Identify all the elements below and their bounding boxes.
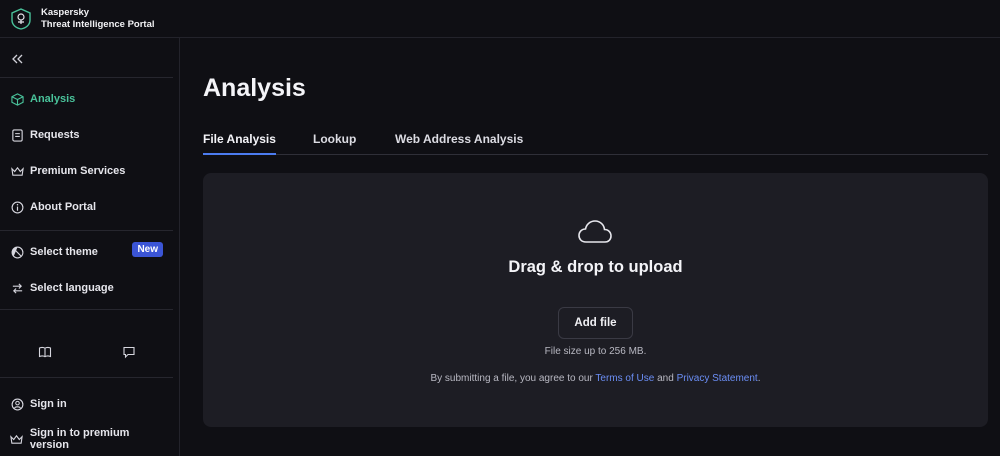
sidebar-divider <box>0 230 173 231</box>
sidebar-item-about-portal[interactable]: About Portal <box>10 197 170 217</box>
brand-name: Kaspersky Threat Intelligence Portal <box>41 7 155 31</box>
sidebar-item-requests[interactable]: Requests <box>10 125 170 145</box>
sidebar-item-label: Sign in <box>30 398 67 410</box>
sidebar-item-label: Select theme <box>30 246 98 258</box>
terms-and: and <box>657 373 674 384</box>
sidebar-item-label: About Portal <box>30 201 96 213</box>
brand-line-1: Kaspersky <box>41 6 90 18</box>
sidebar-item-label: Requests <box>30 129 80 141</box>
book-icon[interactable] <box>38 345 52 359</box>
sidebar-item-select-language[interactable]: Select language <box>10 278 170 298</box>
new-badge: New <box>132 242 163 257</box>
tab-web-address-analysis[interactable]: Web Address Analysis <box>395 132 523 155</box>
tab-lookup[interactable]: Lookup <box>313 132 356 155</box>
cube-icon <box>10 92 24 106</box>
document-icon <box>10 128 24 142</box>
sidebar: Analysis Requests Premium Services About… <box>0 38 180 456</box>
tab-file-analysis[interactable]: File Analysis <box>203 132 276 155</box>
upload-dropzone[interactable]: Drag & drop to upload Add file File size… <box>203 173 988 427</box>
sidebar-item-select-theme[interactable]: Select theme New <box>10 242 170 262</box>
terms-suffix: . <box>757 373 761 384</box>
info-icon <box>10 200 24 214</box>
sidebar-item-sign-in[interactable]: Sign in <box>10 394 170 414</box>
cloud-upload-icon <box>576 217 614 247</box>
sidebar-divider <box>0 309 173 310</box>
sidebar-item-sign-in-premium[interactable]: Sign in to premium version <box>10 427 170 451</box>
kaspersky-logo-icon[interactable] <box>10 7 32 30</box>
sidebar-item-premium-services[interactable]: Premium Services <box>10 161 170 181</box>
brand-line-2: Threat Intelligence Portal <box>41 18 155 30</box>
top-bar: Kaspersky Threat Intelligence Portal <box>0 0 1000 38</box>
sidebar-item-label: Select language <box>30 282 114 294</box>
crown-icon <box>10 164 24 178</box>
add-file-button[interactable]: Add file <box>558 307 633 339</box>
chat-icon[interactable] <box>122 345 136 359</box>
arrows-icon <box>10 281 24 295</box>
file-size-note: File size up to 256 MB. <box>544 346 647 357</box>
user-icon <box>10 397 24 411</box>
tab-bar: File Analysis Lookup Web Address Analysi… <box>203 130 988 155</box>
sidebar-item-label: Analysis <box>30 93 76 105</box>
sidebar-item-label: Sign in to premium version <box>29 427 130 451</box>
terms-prefix: By submitting a file, you agree to our <box>430 373 593 384</box>
sidebar-item-label: Premium Services <box>30 165 126 177</box>
sidebar-divider <box>0 77 173 78</box>
terms-of-use-link[interactable]: Terms of Use <box>595 373 654 384</box>
collapse-sidebar-icon[interactable] <box>10 52 26 64</box>
sidebar-divider <box>0 377 173 378</box>
theme-icon <box>10 245 24 259</box>
page-title: Analysis <box>203 74 306 102</box>
sidebar-item-analysis[interactable]: Analysis <box>10 89 170 109</box>
upload-heading: Drag & drop to upload <box>508 258 683 276</box>
privacy-statement-link[interactable]: Privacy Statement <box>677 373 758 384</box>
crown-icon <box>10 432 24 446</box>
terms-notice: By submitting a file, you agree to our T… <box>203 373 988 384</box>
